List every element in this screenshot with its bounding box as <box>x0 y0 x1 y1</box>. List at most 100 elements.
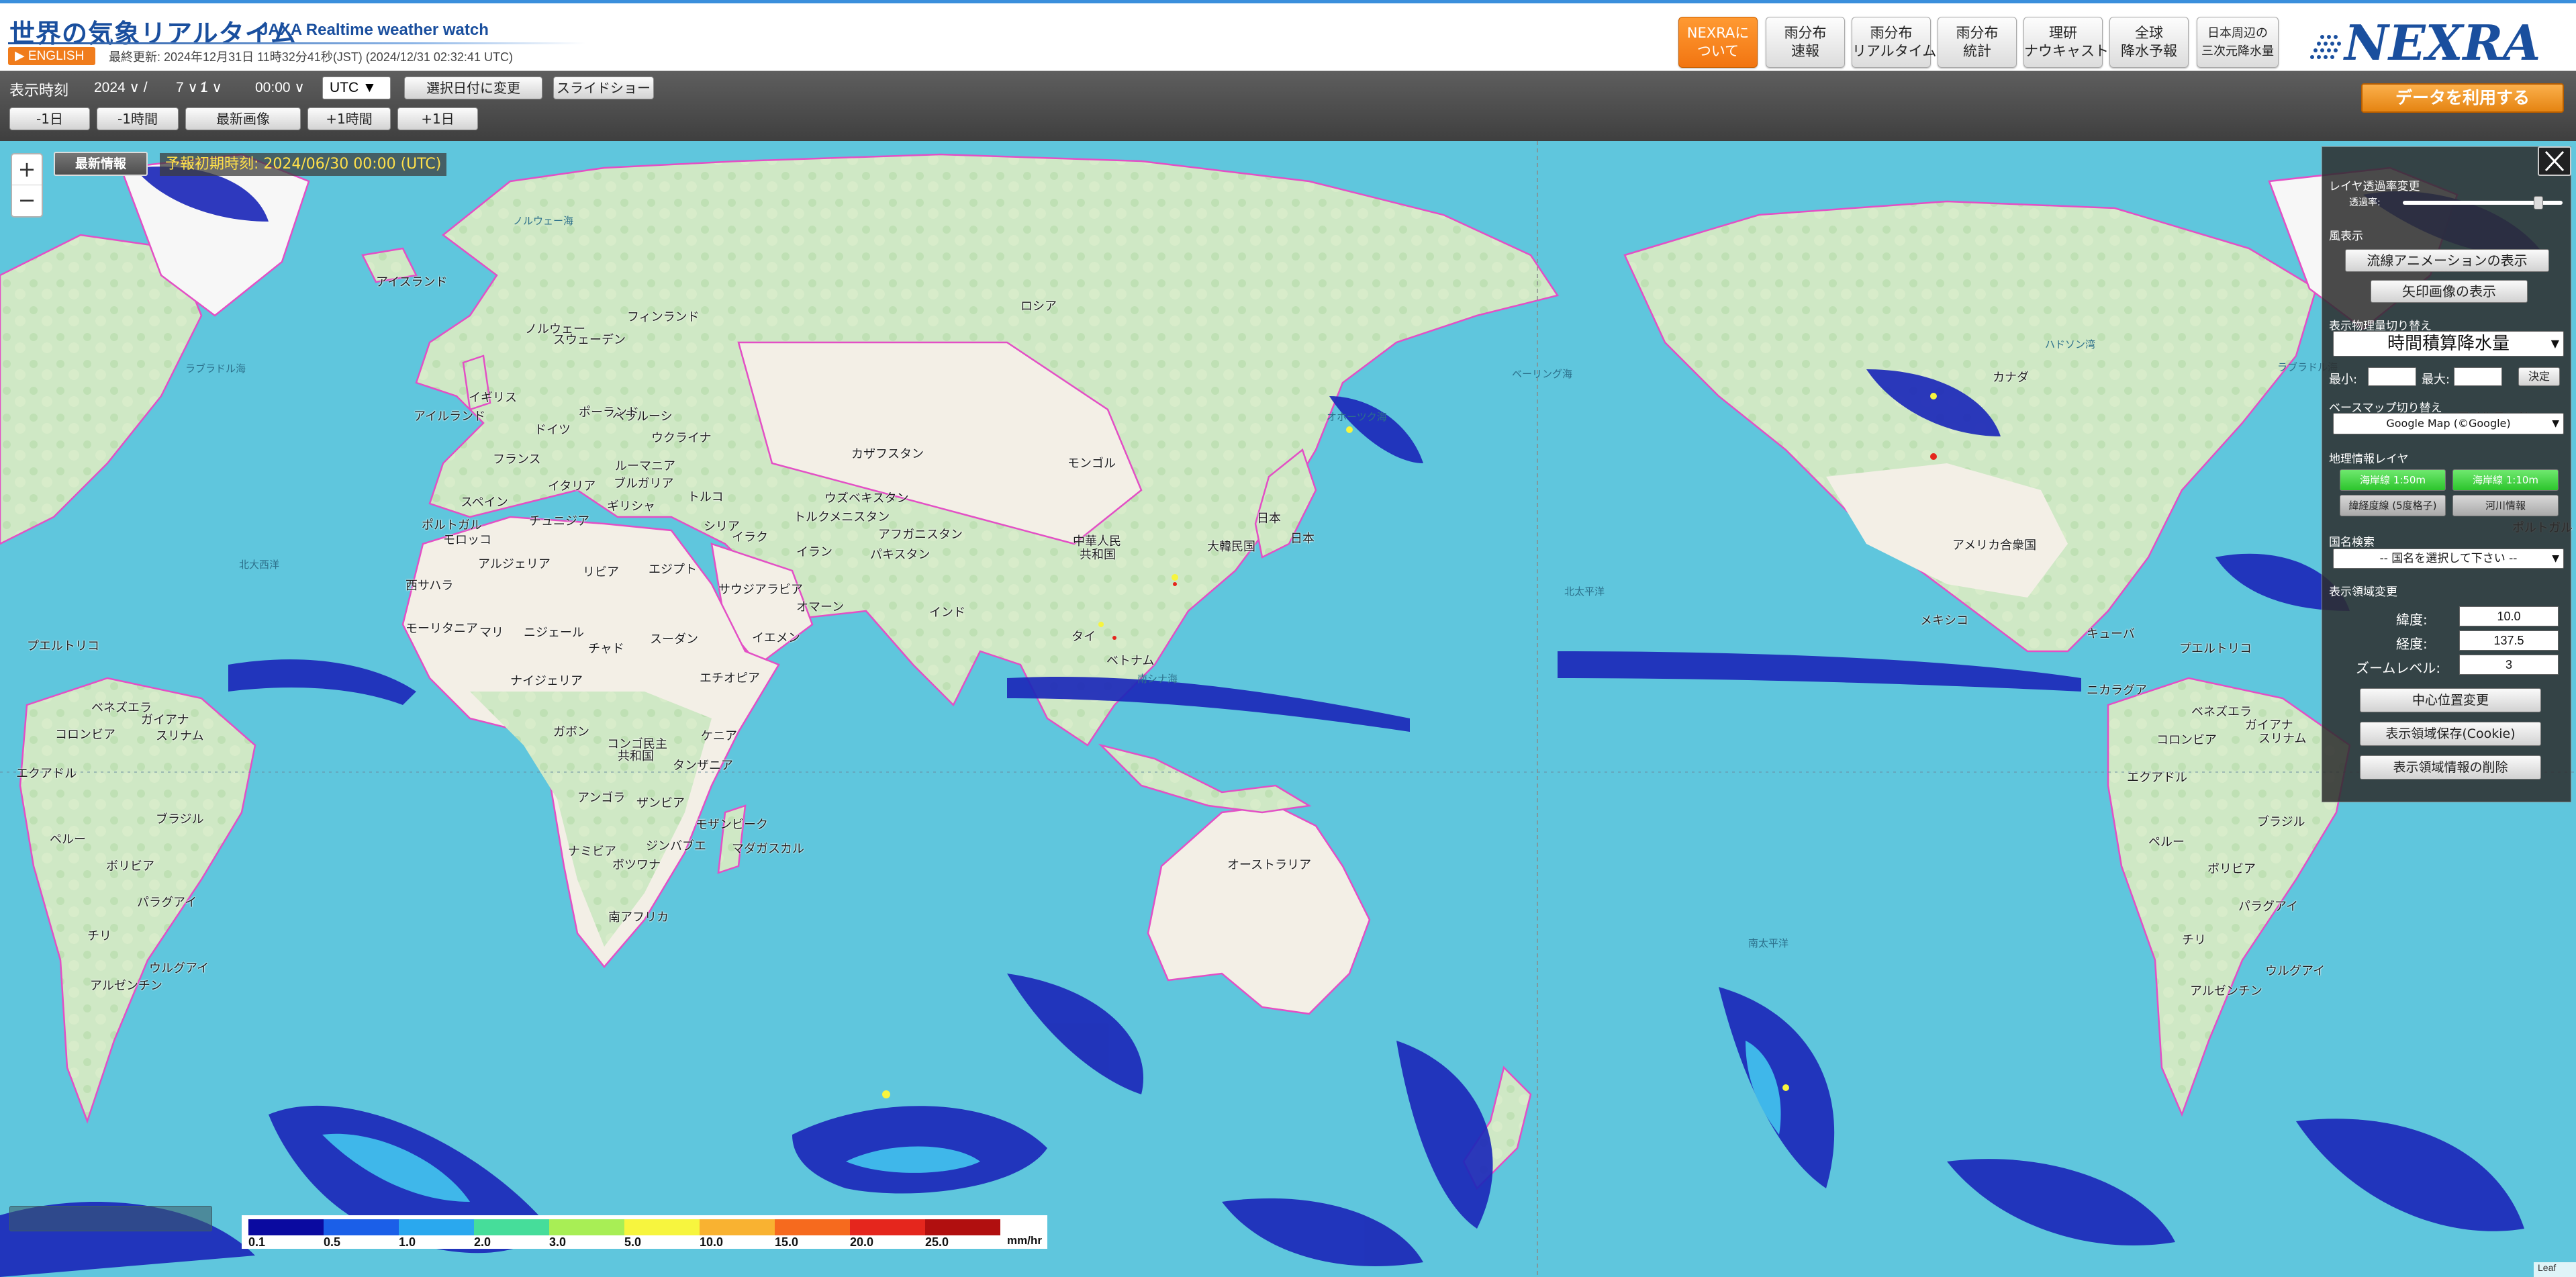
map-place-label: ウズベキスタン <box>824 491 909 506</box>
nav-japan-3d[interactable]: 日本周辺の 三次元降水量 <box>2197 17 2279 68</box>
toolbar-row-time: 表示時刻 2024 ∨ / 7 ∨ / 1 ∨ 00:00 ∨ UTC ▼ 選択… <box>0 71 2576 105</box>
plus-day-button[interactable]: +1日 <box>397 107 478 130</box>
use-data-button[interactable]: データを利用する <box>2361 83 2564 113</box>
legend-tick-label: 10.0 <box>700 1235 724 1249</box>
map-place-label: ペルー <box>2148 835 2185 849</box>
delete-region-button[interactable]: 表示領域情報の削除 <box>2360 755 2541 779</box>
nav-rain-flash[interactable]: 雨分布 速報 <box>1766 17 1845 68</box>
map-place-label: ギリシャ <box>607 500 655 514</box>
change-date-button[interactable]: 選択日付に変更 <box>404 77 542 99</box>
nav-global-forecast[interactable]: 全球 降水予報 <box>2109 17 2189 68</box>
minus-day-button[interactable]: -1日 <box>9 107 90 130</box>
zoom-level-input[interactable]: 3 <box>2459 655 2559 675</box>
center-position-button[interactable]: 中心位置変更 <box>2360 688 2541 712</box>
map-place-label: モーリタニア <box>406 622 478 636</box>
zoom-in-button[interactable]: + <box>12 154 42 185</box>
minus-hour-button[interactable]: -1時間 <box>97 107 179 130</box>
map-place-label: エクアドル <box>2127 771 2187 785</box>
last-update-text: 最終更新: 2024年12月31日 11時32分41秒(JST) (2024/1… <box>109 50 513 64</box>
save-region-button[interactable]: 表示領域保存(Cookie) <box>2360 722 2541 746</box>
slideshow-button[interactable]: スライドショー <box>553 77 654 99</box>
min-input[interactable] <box>2368 367 2416 386</box>
leaflet-attribution[interactable]: Leaf <box>2534 1262 2576 1277</box>
nav-about-nexra[interactable]: NEXRAに ついて <box>1678 17 1758 68</box>
map-place-label: ノルウェー <box>525 322 585 336</box>
map-place-label: ベネズエラ <box>2191 705 2252 719</box>
map-place-label: インド <box>929 606 965 620</box>
map-place-label: プエルトリコ <box>2179 642 2252 656</box>
legend-tick-label: 2.0 <box>474 1235 491 1249</box>
map-place-label: ブラジル <box>2257 815 2305 829</box>
map-place-label: ベトナム <box>1106 654 1155 668</box>
latest-info-button[interactable]: 最新情報 <box>54 152 148 176</box>
country-select[interactable]: -- 国名を選択して下さい -- ▼ <box>2333 549 2564 569</box>
latlon-grid-toggle[interactable]: 緯経度線 (5度格子) <box>2340 495 2446 516</box>
map-place-label: アフガニスタン <box>878 528 963 542</box>
legend-tick-label: 15.0 <box>775 1235 799 1249</box>
max-input[interactable] <box>2454 367 2502 386</box>
river-info-toggle[interactable]: 河川情報 <box>2452 495 2559 516</box>
display-time-label: 表示時刻 <box>9 83 69 99</box>
map-place-label: ニジェール <box>524 626 584 640</box>
english-button[interactable]: ▶ ENGLISH <box>8 47 95 65</box>
map-place-label: スペイン <box>461 495 508 510</box>
map-place-label: ブルガリア <box>614 477 674 491</box>
hour-select[interactable]: 00:00 ∨ <box>255 77 305 99</box>
map-place-label: パラグアイ <box>137 896 197 910</box>
decide-button[interactable]: 決定 <box>2518 367 2560 386</box>
coastline-10m-toggle[interactable]: 海岸線 1:10m <box>2452 469 2559 491</box>
basemap-select-arrow-icon: ▼ <box>2552 418 2559 429</box>
map-place-label: アイルランド <box>414 410 486 424</box>
arrow-image-button[interactable]: 矢印画像の表示 <box>2371 280 2528 303</box>
map-place-label: タンザニア <box>673 759 733 773</box>
map-place-label: パラグアイ <box>2238 900 2299 914</box>
map-place-label: スーダン <box>650 632 698 647</box>
plus-hour-button[interactable]: +1時間 <box>307 107 391 130</box>
map-place-label: 西サハラ <box>406 579 454 593</box>
map-place-label: アルゼンチン <box>90 979 162 993</box>
nexra-logo[interactable]: NEXRA <box>2304 15 2569 69</box>
panel-close-button[interactable] <box>2538 146 2571 176</box>
country-select-arrow-icon: ▼ <box>2552 553 2559 564</box>
opacity-slider-thumb[interactable] <box>2534 196 2544 209</box>
map-place-label: プエルトリコ <box>27 639 99 653</box>
day-select[interactable]: 1 ∨ <box>200 77 222 99</box>
legend-color-cell <box>474 1219 549 1235</box>
header: 世界の気象リアルタイム JAXA Realtime weather watch … <box>0 0 2576 71</box>
map-place-label: スリナム <box>2258 732 2307 746</box>
basemap-select[interactable]: Google Map (©Google) ▼ <box>2333 413 2564 434</box>
latest-image-button[interactable]: 最新画像 <box>185 107 301 130</box>
nav-rain-stats[interactable]: 雨分布 統計 <box>1938 17 2017 68</box>
streamline-button[interactable]: 流線アニメーションの表示 <box>2345 249 2549 272</box>
longitude-label: 経度: <box>2396 636 2428 652</box>
map-view[interactable]: ロシア カザフスタン モンゴル 中華人民 共和国 大韓民国 日本 日本 ウズベキスタン トルクメニ… <box>0 141 2576 1277</box>
map-canvas[interactable] <box>0 141 2576 1277</box>
map-place-label: エジプト <box>649 563 697 577</box>
nav-riken-nowcast-line1: 理研 <box>2049 25 2077 41</box>
map-place-label: キューバ <box>2087 627 2135 641</box>
map-place-label: ボリビア <box>2207 862 2256 876</box>
nav-rain-realtime[interactable]: 雨分布 リアルタイム <box>1852 17 1936 68</box>
opacity-label: 透過率: <box>2349 197 2381 208</box>
wind-section-label: 風表示 <box>2329 230 2363 243</box>
map-place-label: ナイジェリア <box>510 674 583 688</box>
legend-tick-label: 0.5 <box>324 1235 341 1249</box>
map-place-label: ウクライナ <box>651 431 712 445</box>
zoom-out-button[interactable]: − <box>12 185 42 216</box>
latitude-input[interactable]: 10.0 <box>2459 606 2559 626</box>
map-place-label: エクアドル <box>16 767 77 781</box>
quantity-select[interactable]: 時間積算降水量 ▼ <box>2333 331 2564 357</box>
map-place-label: コロンビア <box>55 728 115 742</box>
map-place-label: トルクメニスタン <box>794 510 890 524</box>
coastline-50m-toggle[interactable]: 海岸線 1:50m <box>2340 469 2446 491</box>
nav-riken-nowcast[interactable]: 理研 ナウキャスト <box>2023 17 2109 68</box>
legend-color-cell <box>700 1219 775 1235</box>
map-sea-label: ハドソン湾 <box>2045 338 2096 350</box>
legend-color-cell <box>775 1219 850 1235</box>
nav-rain-stats-line1: 雨分布 <box>1956 25 1999 41</box>
year-select[interactable]: 2024 ∨ / <box>94 77 148 99</box>
timezone-select[interactable]: UTC ▼ <box>322 77 391 99</box>
map-place-label: サウジアラビア <box>718 583 803 597</box>
map-place-label: チュニジア <box>529 514 589 528</box>
longitude-input[interactable]: 137.5 <box>2459 630 2559 651</box>
